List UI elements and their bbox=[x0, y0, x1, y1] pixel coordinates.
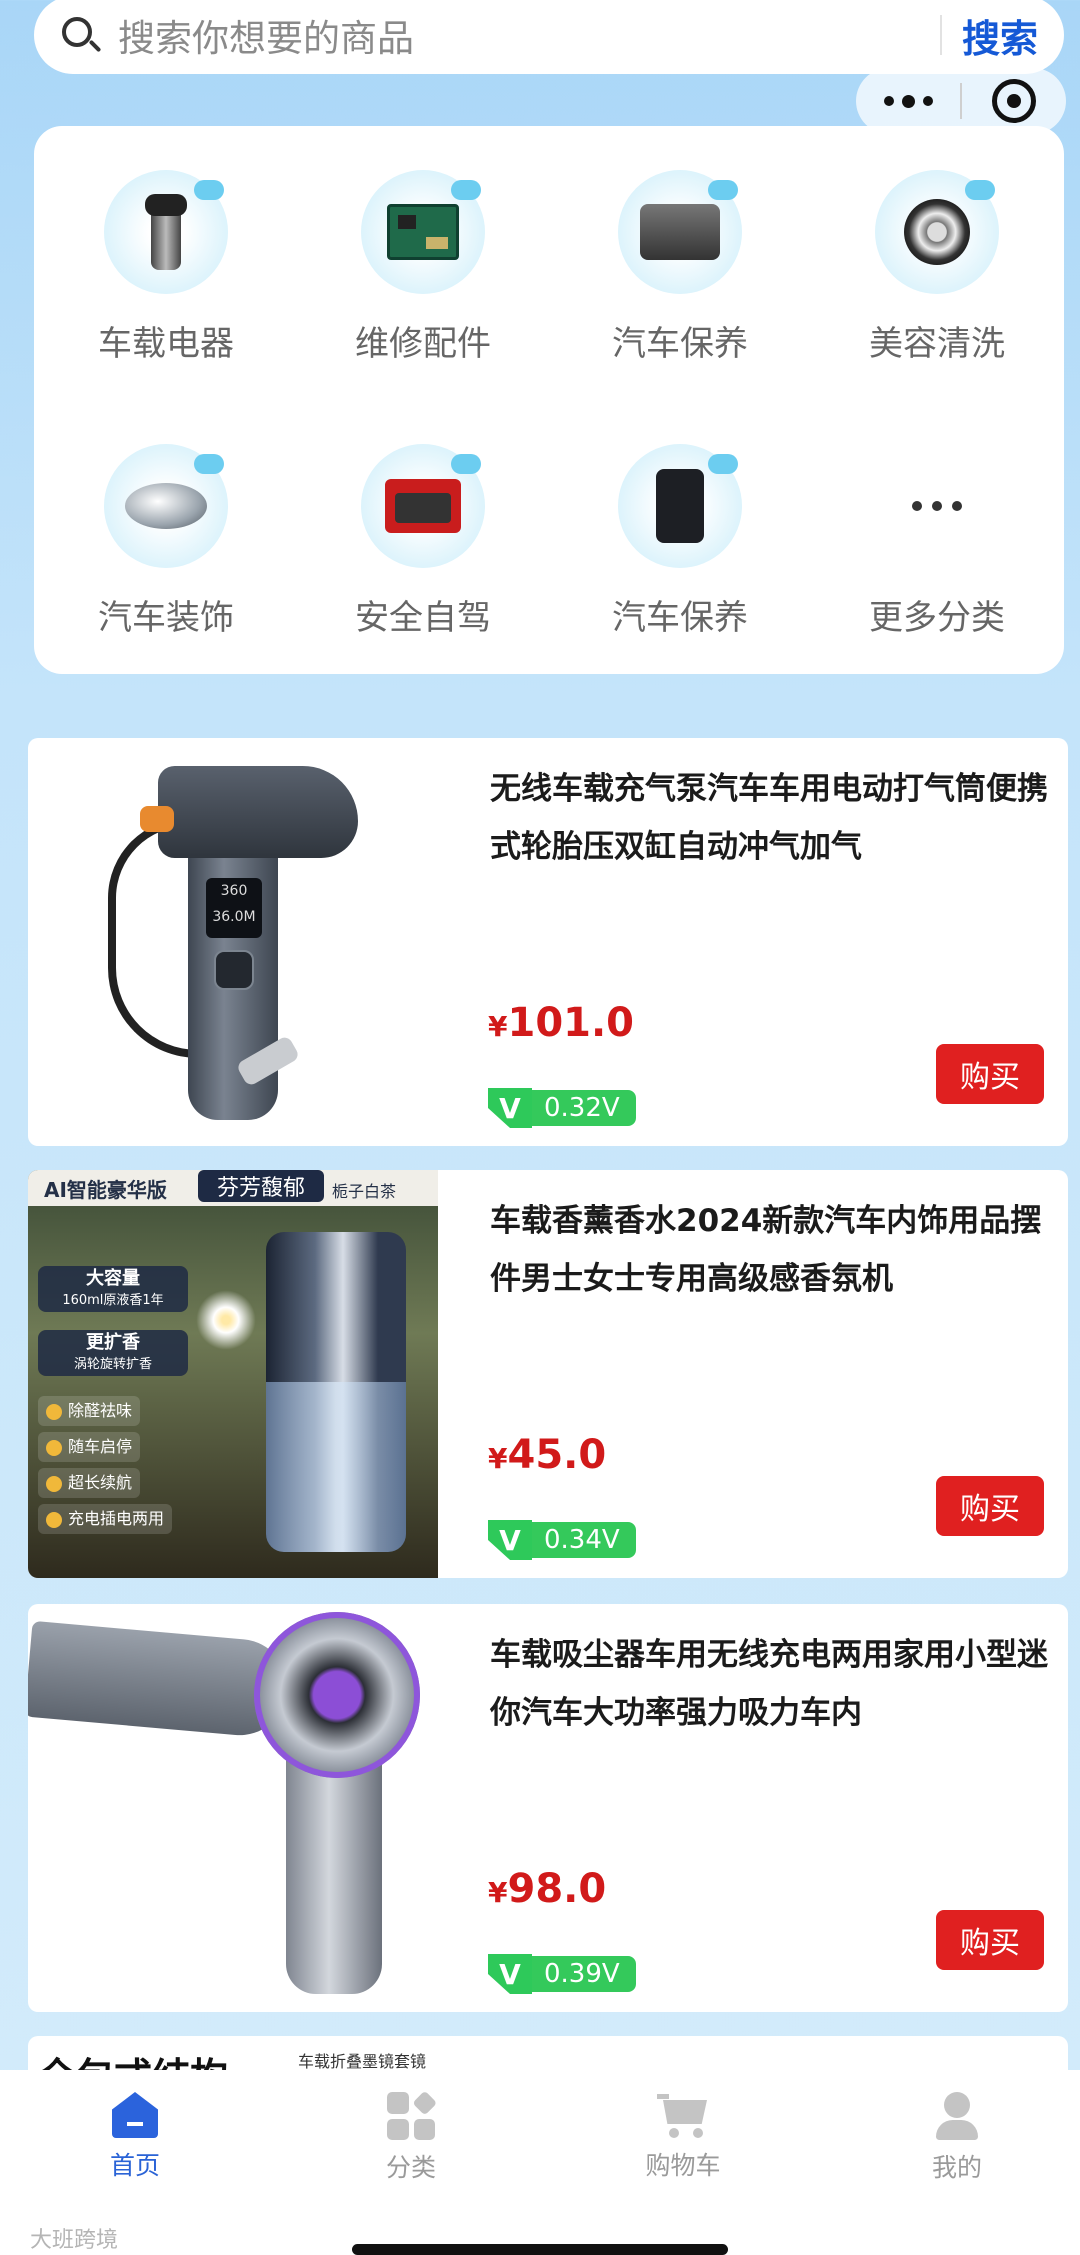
car-ornament-icon bbox=[104, 444, 228, 568]
watermark: 大班跨境 bbox=[30, 2228, 119, 2253]
v-badge-icon: V bbox=[488, 1088, 532, 1128]
category-item-repair-parts[interactable]: 维修配件 bbox=[313, 170, 533, 380]
image-feature: 超长续航 bbox=[38, 1468, 141, 1498]
category-label: 车载电器 bbox=[98, 324, 234, 364]
buy-button[interactable]: 购买 bbox=[936, 1044, 1044, 1104]
pump-display: 360 36.0M bbox=[206, 878, 262, 938]
v-value-badge: V 0.32V bbox=[488, 1088, 636, 1128]
v-badge-value: 0.34V bbox=[528, 1522, 636, 1558]
circuit-board-icon bbox=[361, 170, 485, 294]
home-icon bbox=[112, 2092, 158, 2138]
emergency-kit-icon bbox=[361, 444, 485, 568]
tab-label: 分类 bbox=[385, 2153, 436, 2182]
buy-button[interactable]: 购买 bbox=[936, 1910, 1044, 1970]
search-bar[interactable]: 搜索你想要的商品 搜索 bbox=[34, 0, 1064, 74]
category-label: 汽车装饰 bbox=[98, 598, 234, 638]
image-tag: AI智能豪华版 bbox=[44, 1178, 167, 1202]
product-title[interactable]: 车载香薰香水2024新款汽车内饰用品摆件男士女士专用高级感香氛机 bbox=[490, 1192, 1060, 1308]
search-button[interactable]: 搜索 bbox=[942, 8, 1064, 63]
image-feature-label: 大容量 160ml原液香1年 bbox=[38, 1266, 188, 1312]
close-miniprogram-icon[interactable] bbox=[962, 79, 1066, 123]
product-title[interactable]: 车载吸尘器车用无线充电两用家用小型迷你汽车大功率强力吸力车内 bbox=[490, 1626, 1060, 1742]
category-icon bbox=[387, 2090, 437, 2140]
tab-profile[interactable]: 我的 bbox=[822, 2092, 1080, 2184]
v-value-badge: V 0.39V bbox=[488, 1954, 636, 1994]
product-card[interactable]: AI智能豪华版 芬芳馥郁 栀子白茶 大容量 160ml原液香1年 更扩香 涡轮旋… bbox=[28, 1170, 1068, 1578]
more-dots-icon bbox=[875, 444, 999, 568]
category-label: 美容清洗 bbox=[869, 324, 1005, 364]
category-item-safety[interactable]: 安全自驾 bbox=[313, 444, 533, 654]
category-item-maintenance[interactable]: 汽车保养 bbox=[570, 170, 790, 380]
category-item-car-electrics[interactable]: 车载电器 bbox=[56, 170, 276, 380]
tab-label: 首页 bbox=[109, 2151, 160, 2180]
wheel-icon bbox=[875, 170, 999, 294]
car-charger-icon bbox=[104, 170, 228, 294]
image-tag: 栀子白茶 bbox=[332, 1182, 397, 1201]
product-image-aroma-diffuser[interactable]: AI智能豪华版 芬芳馥郁 栀子白茶 大容量 160ml原液香1年 更扩香 涡轮旋… bbox=[28, 1170, 438, 1578]
image-tag: 芬芳馥郁 bbox=[198, 1170, 324, 1202]
bottom-tab-bar: 首页 分类 购物车 我的 bbox=[0, 2070, 1080, 2255]
product-title[interactable]: 无线车载充气泵汽车车用电动打气筒便携式轮胎压双缸自动冲气加气 bbox=[490, 760, 1060, 876]
product-image-air-pump[interactable]: 360 36.0M bbox=[28, 738, 438, 1146]
image-feature: 除醛祛味 bbox=[38, 1396, 141, 1426]
category-label: 更多分类 bbox=[869, 598, 1005, 638]
category-grid: 车载电器 维修配件 汽车保养 美容清洗 汽车装饰 安全自驾 汽车保养 更多分类 bbox=[34, 126, 1064, 674]
tab-home[interactable]: 首页 bbox=[0, 2092, 270, 2182]
v-badge-icon: V bbox=[488, 1954, 532, 1994]
image-feature: 充电插电两用 bbox=[38, 1504, 173, 1534]
engine-icon bbox=[618, 170, 742, 294]
cart-icon bbox=[657, 2092, 709, 2138]
home-indicator bbox=[352, 2244, 728, 2255]
tab-label: 购物车 bbox=[645, 2151, 721, 2180]
air-pump-icon bbox=[618, 444, 742, 568]
product-card[interactable]: 360 36.0M 无线车载充气泵汽车车用电动打气筒便携式轮胎压双缸自动冲气加气 … bbox=[28, 738, 1068, 1146]
buy-button[interactable]: 购买 bbox=[936, 1476, 1044, 1536]
category-item-decoration[interactable]: 汽车装饰 bbox=[56, 444, 276, 654]
image-feature: 随车启停 bbox=[38, 1432, 141, 1462]
category-label: 维修配件 bbox=[355, 324, 491, 364]
tab-cart[interactable]: 购物车 bbox=[548, 2092, 818, 2182]
product-price: ¥98.0 bbox=[488, 1866, 607, 1912]
product-price: ¥45.0 bbox=[488, 1432, 607, 1478]
more-options-icon[interactable] bbox=[856, 68, 960, 134]
category-item-beauty-wash[interactable]: 美容清洗 bbox=[827, 170, 1047, 380]
category-item-maintenance-2[interactable]: 汽车保养 bbox=[570, 444, 790, 654]
product-image-vacuum[interactable] bbox=[28, 1604, 438, 2012]
image-feature-label: 更扩香 涡轮旋转扩香 bbox=[38, 1330, 188, 1376]
category-label: 汽车保养 bbox=[612, 598, 748, 638]
category-label: 安全自驾 bbox=[355, 598, 491, 638]
miniprogram-capsule bbox=[856, 68, 1066, 134]
user-icon bbox=[934, 2092, 980, 2140]
product-card[interactable]: 车载吸尘器车用无线充电两用家用小型迷你汽车大功率强力吸力车内 ¥98.0 V 0… bbox=[28, 1604, 1068, 2012]
tab-label: 我的 bbox=[931, 2153, 982, 2182]
search-icon bbox=[58, 13, 102, 57]
v-badge-value: 0.39V bbox=[528, 1956, 636, 1992]
search-input[interactable]: 搜索你想要的商品 bbox=[118, 8, 940, 62]
tab-category[interactable]: 分类 bbox=[276, 2090, 546, 2184]
product-image-subtext: 车载折叠墨镜套镜 bbox=[298, 2052, 427, 2071]
product-price: ¥101.0 bbox=[488, 1000, 635, 1046]
category-item-more[interactable]: 更多分类 bbox=[827, 444, 1047, 654]
v-badge-value: 0.32V bbox=[528, 1090, 636, 1126]
v-badge-icon: V bbox=[488, 1520, 532, 1560]
category-label: 汽车保养 bbox=[612, 324, 748, 364]
v-value-badge: V 0.34V bbox=[488, 1520, 636, 1560]
